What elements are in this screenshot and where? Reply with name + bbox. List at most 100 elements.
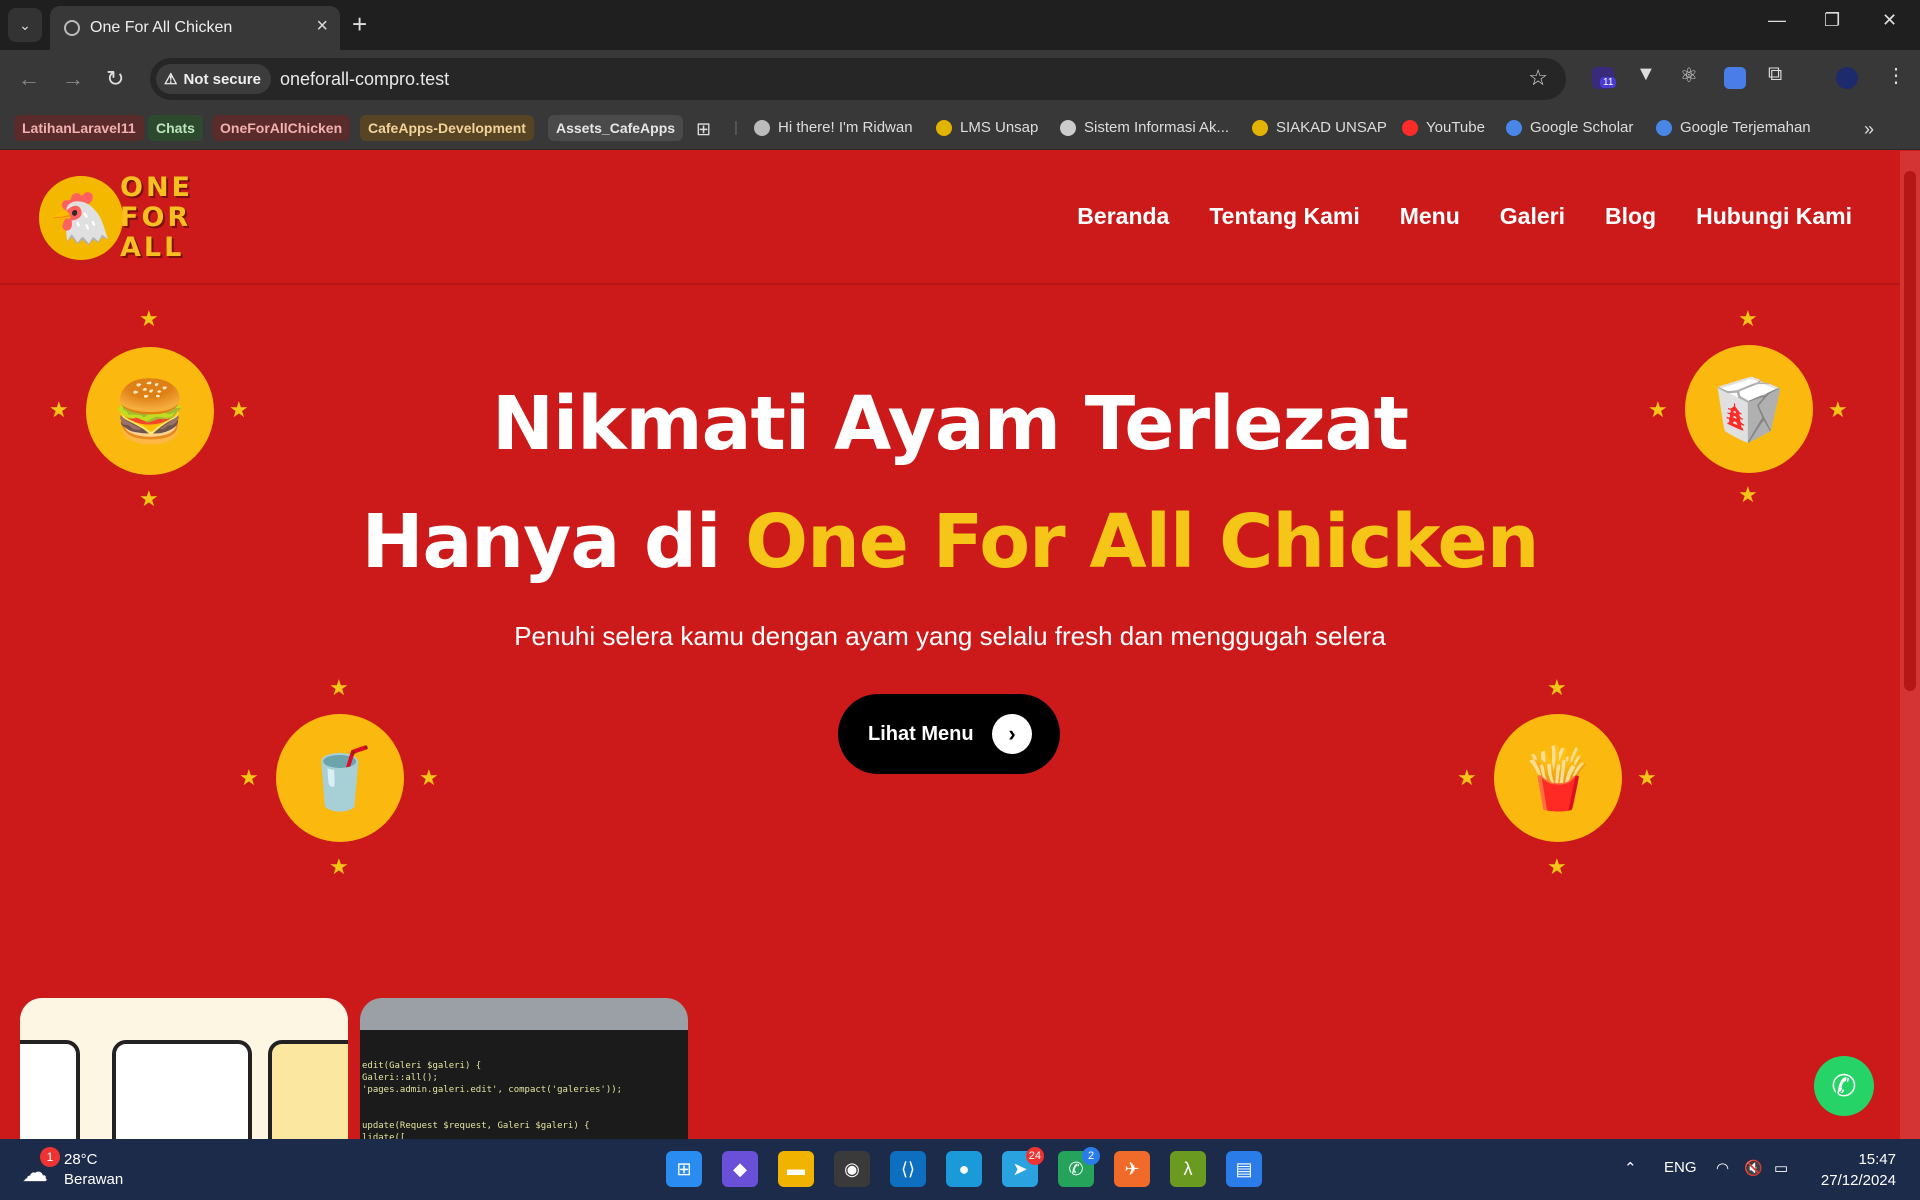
react-devtools-icon[interactable]: ⚛ bbox=[1680, 63, 1702, 87]
more-bookmarks-icon[interactable]: » bbox=[1864, 119, 1874, 140]
battery-icon[interactable]: ▭ bbox=[1774, 1159, 1788, 1177]
extension-icon[interactable]: 11 bbox=[1592, 67, 1617, 89]
speaker-mute-icon[interactable]: 🔇 bbox=[1744, 1159, 1763, 1177]
wifi-icon[interactable]: ◠ bbox=[1716, 1159, 1729, 1177]
hero-title-prefix: Hanya di bbox=[361, 499, 746, 585]
taskbar: ☁ 1 28°C Berawan ⊞ ◆ ▬ ◉ ⟨⟩ ● ➤ 24 ✆ 2 ✈ λ… bbox=[0, 1139, 1920, 1200]
preview-card-code[interactable]: edit(Galeri $galeri) { Galeri::all(); 'p… bbox=[360, 998, 688, 1139]
bookmark-star-icon[interactable]: ☆ bbox=[1528, 65, 1548, 91]
nav-beranda[interactable]: Beranda bbox=[1077, 203, 1169, 230]
copilot-icon[interactable]: ◆ bbox=[722, 1151, 758, 1187]
bookmark-chip-4[interactable]: Assets_CafeApps bbox=[548, 115, 684, 141]
bookmark-link-3[interactable]: SIAKAD UNSAP bbox=[1252, 119, 1387, 136]
app-icon[interactable]: ● bbox=[946, 1151, 982, 1187]
nav-tentang-kami[interactable]: Tentang Kami bbox=[1209, 203, 1359, 230]
bookmark-label: Sistem Informasi Ak... bbox=[1084, 119, 1230, 136]
bookmark-label: Google Terjemahan bbox=[1680, 119, 1811, 136]
lihat-menu-button[interactable]: Lihat Menu › bbox=[838, 694, 1060, 774]
nav-hubungi-kami[interactable]: Hubungi Kami bbox=[1696, 203, 1852, 230]
page-scrollbar[interactable] bbox=[1900, 151, 1920, 1139]
windows-start-icon[interactable]: ⊞ bbox=[666, 1151, 702, 1187]
telegram-icon[interactable]: ➤ 24 bbox=[1002, 1147, 1044, 1187]
weather-condition: Berawan bbox=[64, 1171, 124, 1188]
forward-button[interactable]: → bbox=[62, 66, 84, 92]
bookmark-label: Google Scholar bbox=[1530, 119, 1634, 136]
system-clock[interactable]: 15:47 27/12/2024 bbox=[1821, 1149, 1896, 1191]
new-tab-button[interactable]: + bbox=[352, 10, 367, 38]
whatsapp-badge: 2 bbox=[1082, 1147, 1100, 1165]
reload-button[interactable]: ↻ bbox=[106, 66, 124, 92]
bookmark-label: SIAKAD UNSAP bbox=[1276, 119, 1387, 136]
whatsapp-button[interactable]: ✆ bbox=[1814, 1056, 1874, 1116]
bookmark-link-0[interactable]: Hi there! I'm Ridwan bbox=[754, 119, 913, 136]
puzzle-extensions-icon[interactable]: ⧉ bbox=[1768, 63, 1790, 85]
chevron-up-icon[interactable]: ⌃ bbox=[1624, 1159, 1637, 1177]
vscode-icon[interactable]: ⟨⟩ bbox=[890, 1151, 926, 1187]
star-icon: ★ bbox=[1637, 765, 1657, 790]
hero-title-brand: One For All Chicken bbox=[745, 499, 1539, 585]
notepad-icon[interactable]: ▤ bbox=[1226, 1151, 1262, 1187]
star-icon: ★ bbox=[329, 854, 349, 879]
docs-extension-icon[interactable] bbox=[1724, 67, 1746, 89]
site-header: 🐔 ONE FOR ALL Beranda Tentang Kami Menu … bbox=[0, 151, 1900, 285]
tab-close-icon[interactable]: × bbox=[316, 15, 328, 38]
nav-blog[interactable]: Blog bbox=[1605, 203, 1656, 230]
not-secure-label: Not secure bbox=[183, 70, 261, 88]
temperature: 28°C bbox=[64, 1151, 98, 1168]
bookmark-link-2[interactable]: Sistem Informasi Ak... bbox=[1060, 119, 1229, 136]
postman-icon[interactable]: ✈ bbox=[1114, 1151, 1150, 1187]
site-info-button[interactable]: ⚠ Not secure bbox=[156, 64, 271, 94]
bookmark-chip-1[interactable]: Chats bbox=[148, 115, 203, 141]
unsap-icon bbox=[936, 119, 952, 136]
code-snippet: edit(Galeri $galeri) { Galeri::all(); 'p… bbox=[360, 1030, 688, 1139]
language-indicator[interactable]: ENG bbox=[1664, 1159, 1697, 1176]
bookmark-link-1[interactable]: LMS Unsap bbox=[936, 119, 1038, 136]
chevron-down-icon: ⌄ bbox=[19, 16, 31, 33]
close-window-button[interactable]: ✕ bbox=[1882, 10, 1897, 31]
nav-menu[interactable]: Menu bbox=[1400, 203, 1460, 230]
file-explorer-icon[interactable]: ▬ bbox=[778, 1151, 814, 1187]
tab-active[interactable]: One For All Chicken × bbox=[50, 6, 340, 50]
bookmark-chip-2[interactable]: OneForAllChicken bbox=[212, 115, 351, 141]
bookmark-chip-0[interactable]: LatihanLaravel11 bbox=[14, 115, 144, 141]
telegram-badge: 24 bbox=[1025, 1147, 1044, 1165]
address-bar[interactable]: ⚠ Not secure oneforall-compro.test ☆ bbox=[150, 58, 1566, 100]
globe-icon bbox=[1060, 119, 1076, 136]
bookmark-link-6[interactable]: Google Terjemahan bbox=[1656, 119, 1811, 136]
preview-card-app[interactable] bbox=[20, 998, 348, 1139]
unsap-icon bbox=[1252, 119, 1268, 136]
whatsapp-taskbar-icon[interactable]: ✆ 2 bbox=[1058, 1147, 1100, 1187]
browser-tab-strip: ⌄ One For All Chicken × + — ❐ ✕ bbox=[0, 0, 1920, 50]
bookmark-label: YouTube bbox=[1426, 119, 1485, 136]
laragon-icon[interactable]: λ bbox=[1170, 1151, 1206, 1187]
tab-search-button[interactable]: ⌄ bbox=[8, 8, 42, 42]
github-icon bbox=[754, 119, 770, 136]
chrome-icon[interactable]: ◉ bbox=[834, 1151, 870, 1187]
bookmark-label: LMS Unsap bbox=[960, 119, 1039, 136]
apps-grid-icon[interactable]: ⊞ bbox=[696, 119, 711, 140]
drink-glass-icon: 🥤 bbox=[276, 714, 404, 842]
browser-toolbar: ← → ↻ ⚠ Not secure oneforall-compro.test… bbox=[0, 50, 1920, 108]
french-fries-icon: 🍟 bbox=[1494, 714, 1622, 842]
url-text[interactable]: oneforall-compro.test bbox=[280, 69, 449, 90]
hero-title-line2: Hanya di One For All Chicken bbox=[0, 499, 1900, 585]
nav-galeri[interactable]: Galeri bbox=[1500, 203, 1565, 230]
star-icon: ★ bbox=[239, 765, 259, 790]
back-button[interactable]: ← bbox=[18, 66, 40, 92]
globe-icon bbox=[64, 20, 80, 36]
logo-line: ALL bbox=[120, 232, 185, 263]
scrollbar-thumb[interactable] bbox=[1904, 171, 1916, 691]
profile-avatar[interactable] bbox=[1836, 67, 1858, 89]
bookmark-link-4[interactable]: YouTube bbox=[1402, 119, 1485, 136]
scholar-icon bbox=[1506, 119, 1522, 136]
chevron-right-icon: › bbox=[992, 714, 1032, 754]
restore-button[interactable]: ❐ bbox=[1824, 10, 1840, 31]
bookmark-link-5[interactable]: Google Scholar bbox=[1506, 119, 1633, 136]
menu-kebab-icon[interactable]: ⋮ bbox=[1886, 63, 1908, 87]
bookmark-separator: | bbox=[734, 119, 738, 136]
vuetify-extension-icon[interactable]: ▼ bbox=[1636, 63, 1658, 85]
site-logo[interactable]: 🐔 ONE FOR ALL bbox=[34, 171, 204, 265]
minimize-button[interactable]: — bbox=[1768, 10, 1786, 31]
bookmark-chip-3[interactable]: CafeApps-Development bbox=[360, 115, 534, 141]
chicken-emblem-icon: 🐔 bbox=[34, 171, 128, 265]
